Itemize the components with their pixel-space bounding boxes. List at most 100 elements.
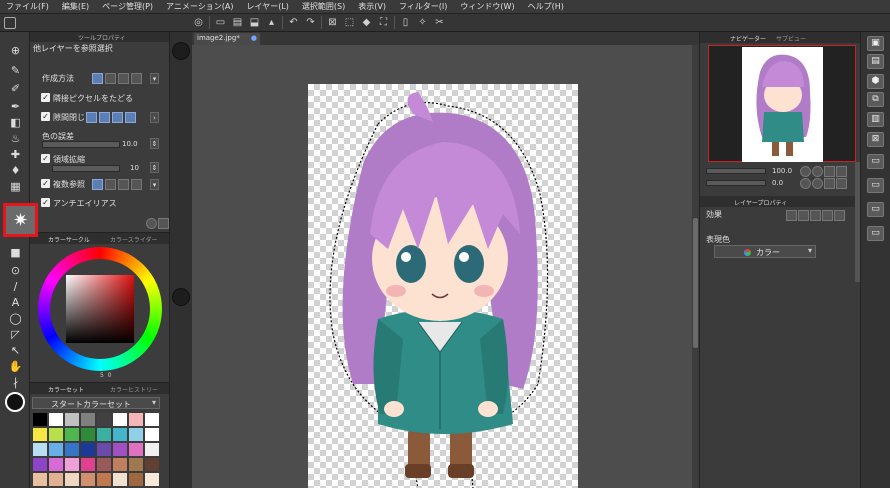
ref-all-layers-button[interactable] [92,179,103,190]
layer-color-icon[interactable] [822,210,833,221]
menu-edit[interactable]: 編集(E) [62,1,89,12]
method-new-button[interactable] [92,73,103,84]
redo-icon[interactable]: ↷ [304,16,317,29]
color-swatch[interactable] [80,472,96,487]
eraser-tool-icon[interactable]: ◧ [8,116,23,130]
document-canvas[interactable] [308,84,578,488]
ref-folder-button[interactable] [131,179,142,190]
close-panel-icon[interactable]: ⊠ [867,132,884,147]
color-swatch[interactable] [128,427,144,442]
color-swatch[interactable] [144,427,160,442]
airbrush-tool-icon[interactable]: ✚ [8,148,23,162]
menu-window[interactable]: ウィンドウ(W) [460,1,514,12]
color-swatch[interactable] [112,457,128,472]
color-swatch[interactable] [64,442,80,457]
color-swatch[interactable] [128,442,144,457]
multi-ref-dropdown-button[interactable]: ▾ [150,179,159,190]
wrench-icon[interactable] [158,218,169,229]
gradient-tool-icon[interactable]: ▦ [8,180,23,194]
area-scaling-checkbox[interactable]: ✓ [41,154,50,163]
navigator-panel-icon[interactable]: ▣ [867,36,884,51]
color-set-select[interactable]: スタートカラーセット ▾ [32,397,160,409]
border-effect-icon[interactable] [786,210,797,221]
snap-icon[interactable]: ✧ [416,16,429,29]
color-margin-slider[interactable] [42,141,120,148]
menu-page[interactable]: ページ管理(P) [102,1,153,12]
navigator-preview[interactable] [708,45,856,162]
fit-view-icon[interactable] [824,166,835,177]
open-file-icon[interactable]: ▤ [231,16,244,29]
flip-vertical-icon[interactable] [836,178,847,189]
gap-size-1-button[interactable] [86,112,97,123]
area-scaling-slider[interactable] [52,165,120,172]
tab-subview[interactable]: サブビュー [776,34,806,43]
follow-adjacent-checkbox[interactable]: ✓ [41,93,50,102]
gap-size-3-button[interactable] [112,112,123,123]
menu-animation[interactable]: アニメーション(A) [166,1,233,12]
lasso-tool-icon[interactable]: ■ [8,246,23,260]
color-swatch[interactable] [48,412,64,427]
menu-selection[interactable]: 選択範囲(S) [302,1,345,12]
item-bank-icon[interactable]: ▭ [867,226,884,241]
close-icon[interactable]: ● [251,33,257,44]
color-swatch[interactable] [96,412,112,427]
brush-tool-icon[interactable]: ✒ [8,100,23,114]
actual-size-icon[interactable] [836,166,847,177]
color-swatch[interactable] [80,457,96,472]
antialias-checkbox[interactable]: ✓ [41,198,50,207]
effect-more-icon[interactable] [834,210,845,221]
rotate-slider[interactable] [706,180,766,186]
ruler-icon[interactable]: ✂ [433,16,446,29]
dock-knob-bottom[interactable] [172,288,190,306]
color-swatch[interactable] [96,442,112,457]
export-icon[interactable]: ▴ [265,16,278,29]
text-tool-icon[interactable]: A [8,296,23,310]
app-menu-icon[interactable] [4,16,16,29]
eyedropper-tool-icon[interactable]: ∤ [8,376,23,390]
color-swatch[interactable] [32,412,48,427]
color-swatch[interactable] [48,442,64,457]
tab-color-history[interactable]: カラーヒストリー [110,385,158,394]
material-panel-icon[interactable]: ⬢ [867,74,884,89]
new-file-icon[interactable]: ▭ [214,16,227,29]
folder-panel-icon[interactable]: ▭ [867,154,884,169]
color-swatch[interactable] [64,472,80,487]
main-color-swatch[interactable] [5,392,25,412]
save-icon[interactable]: ⬓ [248,16,261,29]
method-intersect-button[interactable] [131,73,142,84]
zoom-tool-icon[interactable]: ⊙ [8,264,23,278]
color-swatch[interactable] [80,412,96,427]
zoom-in-icon[interactable] [812,166,823,177]
color-swatch[interactable] [64,412,80,427]
balloon-tool-icon[interactable]: ◯ [8,312,23,326]
color-swatch[interactable] [96,427,112,442]
operation-tool-icon[interactable]: ⊕ [8,44,23,58]
pencil-tool-icon[interactable]: ✐ [8,82,23,96]
color-swatch[interactable] [112,427,128,442]
color-swatch[interactable] [96,457,112,472]
zoom-slider[interactable] [706,168,766,174]
color-swatch[interactable] [128,472,144,487]
line-tool-icon[interactable]: ∕ [8,280,23,294]
color-swatch[interactable] [80,442,96,457]
blend-tool-icon[interactable]: ♨ [8,132,23,146]
menu-file[interactable]: ファイル(F) [6,1,49,12]
color-swatch[interactable] [80,427,96,442]
hand-tool-icon[interactable]: ✋ [8,360,23,374]
tab-layer-property[interactable]: レイヤープロパティ [734,198,787,207]
color-swatch[interactable] [48,472,64,487]
color-swatch[interactable] [144,412,160,427]
hue-wheel[interactable] [38,247,162,371]
tone-effect-icon[interactable] [810,210,821,221]
ref-selected-button[interactable] [118,179,129,190]
color-swatch[interactable] [32,457,48,472]
menu-help[interactable]: ヘルプ(H) [528,1,564,12]
fill-tool-icon[interactable]: ♦ [8,164,23,178]
color-margin-stepper[interactable]: ⇕ [150,138,159,149]
menu-view[interactable]: 表示(V) [358,1,386,12]
color-swatch[interactable] [144,457,160,472]
saturation-value-square[interactable] [66,275,134,343]
close-gaps-checkbox[interactable]: ✓ [41,112,50,121]
undo-icon[interactable]: ↶ [287,16,300,29]
canvas-vertical-scrollbar[interactable] [692,45,699,488]
